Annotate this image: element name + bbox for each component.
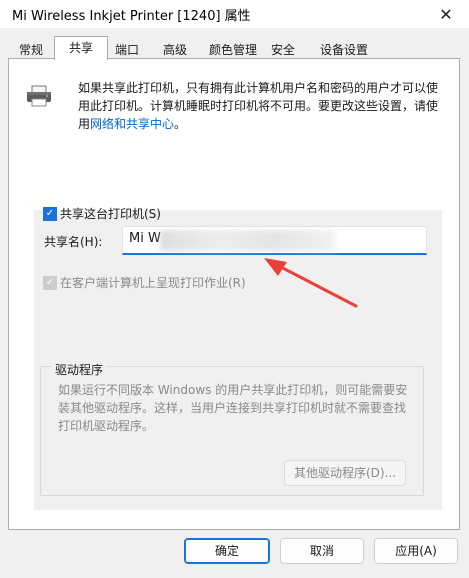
- tab-sharing[interactable]: 共享: [54, 36, 108, 60]
- annotation-arrow-icon: [264, 258, 358, 308]
